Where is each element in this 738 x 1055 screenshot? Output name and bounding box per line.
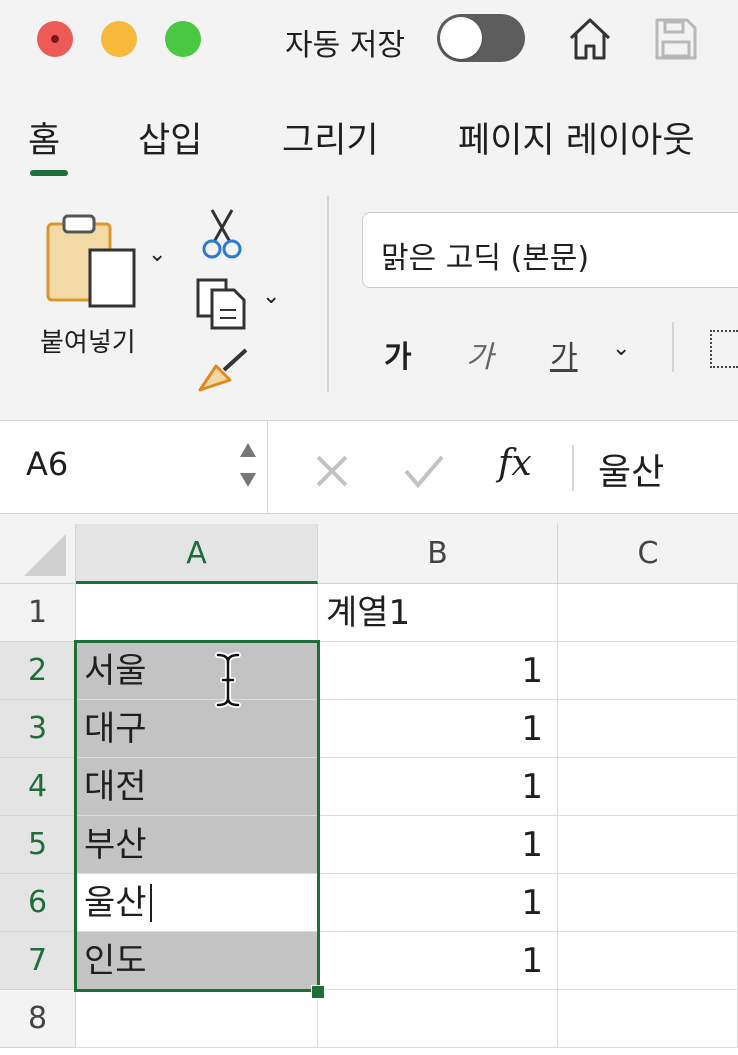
tab-page-layout[interactable]: 페이지 레이아웃 [458, 112, 695, 163]
clipboard-icon [46, 214, 136, 308]
row-header[interactable]: 4 [0, 758, 76, 816]
cell-b3[interactable]: 1 [318, 700, 558, 758]
fill-handle[interactable] [311, 985, 325, 999]
minimize-window-button[interactable] [101, 21, 137, 57]
row-header[interactable]: 8 [0, 990, 76, 1048]
cell-c7[interactable] [558, 932, 738, 990]
cell-c1[interactable] [558, 584, 738, 642]
row-header[interactable]: 3 [0, 700, 76, 758]
close-window-button[interactable] [37, 21, 73, 57]
cell-c2[interactable] [558, 642, 738, 700]
font-name-value: 맑은 고딕 (본문) [381, 241, 590, 276]
name-box-value: A6 [26, 445, 69, 483]
cell-a6-edit-text: 울산 [84, 883, 147, 923]
zoom-window-button[interactable] [165, 21, 201, 57]
column-header-c[interactable]: C [558, 524, 738, 584]
formula-input[interactable]: 울산 [598, 443, 664, 495]
row-header[interactable]: 1 [0, 584, 76, 642]
paste-options-chevron-icon[interactable]: ⌄ [148, 242, 166, 267]
cell-b4[interactable]: 1 [318, 758, 558, 816]
row-header[interactable]: 7 [0, 932, 76, 990]
select-all-corner[interactable] [0, 524, 76, 584]
cell-b1[interactable]: 계열1 [318, 584, 558, 642]
formula-divider [572, 445, 574, 491]
ribbon-divider [672, 322, 674, 372]
ibeam-cursor-icon [215, 652, 241, 708]
home-icon[interactable] [565, 14, 615, 64]
cell-a8[interactable] [76, 990, 318, 1048]
cell-c5[interactable] [558, 816, 738, 874]
cell-a7[interactable]: 인도 [76, 932, 318, 990]
cell-b2[interactable]: 1 [318, 642, 558, 700]
column-header-b[interactable]: B [318, 524, 558, 584]
cell-b8[interactable] [318, 990, 558, 1048]
ribbon-divider [327, 196, 329, 392]
cancel-x-icon[interactable] [314, 453, 350, 489]
cell-a6-active[interactable]: 울산 [76, 874, 318, 932]
name-box-stepper-icon[interactable] [238, 437, 258, 493]
cell-c6[interactable] [558, 874, 738, 932]
autosave-label: 자동 저장 [285, 28, 405, 63]
cell-a1[interactable] [76, 584, 318, 642]
paste-button[interactable] [40, 210, 140, 310]
tab-insert[interactable]: 삽입 [138, 112, 202, 163]
row-header[interactable]: 6 [0, 874, 76, 932]
bold-button[interactable]: 가 [384, 332, 412, 376]
insert-function-button[interactable]: fx [498, 443, 532, 484]
name-box[interactable]: A6 [0, 421, 268, 513]
row-header[interactable]: 5 [0, 816, 76, 874]
cell-c8[interactable] [558, 990, 738, 1048]
toggle-knob [440, 17, 482, 59]
copy-icon[interactable] [194, 276, 248, 330]
cell-b6[interactable]: 1 [318, 874, 558, 932]
cell-b5[interactable]: 1 [318, 816, 558, 874]
font-name-select[interactable]: 맑은 고딕 (본문) [362, 212, 738, 288]
cell-a5[interactable]: 부산 [76, 816, 318, 874]
paste-label: 붙여넣기 [40, 328, 136, 358]
underline-options-chevron-icon[interactable]: ⌄ [612, 336, 630, 361]
cell-a3[interactable]: 대구 [76, 700, 318, 758]
tab-draw[interactable]: 그리기 [282, 112, 379, 163]
active-tab-indicator [30, 170, 68, 176]
formula-bar: A6 fx 울산 [0, 420, 738, 514]
text-caret [149, 884, 152, 922]
spreadsheet-grid: A B C 1 계열1 2 서울 1 3 대구 1 4 대전 1 5 부산 1 … [0, 524, 738, 1055]
cell-a2[interactable]: 서울 [76, 642, 318, 700]
close-dot-icon [51, 35, 59, 43]
select-all-triangle-icon [24, 534, 66, 576]
underline-button[interactable]: 가 [550, 332, 578, 376]
italic-button[interactable]: 가 [466, 332, 494, 376]
cell-c3[interactable] [558, 700, 738, 758]
cell-a4[interactable]: 대전 [76, 758, 318, 816]
autosave-toggle[interactable] [437, 14, 525, 62]
cell-c4[interactable] [558, 758, 738, 816]
cell-b7[interactable]: 1 [318, 932, 558, 990]
row-header[interactable]: 2 [0, 642, 76, 700]
format-painter-icon[interactable] [196, 346, 252, 396]
tab-home[interactable]: 홈 [28, 112, 60, 163]
column-header-a[interactable]: A [76, 524, 318, 584]
enter-check-icon[interactable] [402, 451, 446, 491]
cut-scissors-icon[interactable] [200, 206, 244, 260]
borders-icon[interactable] [710, 330, 738, 368]
save-icon[interactable] [653, 16, 699, 62]
copy-options-chevron-icon[interactable]: ⌄ [262, 284, 280, 309]
